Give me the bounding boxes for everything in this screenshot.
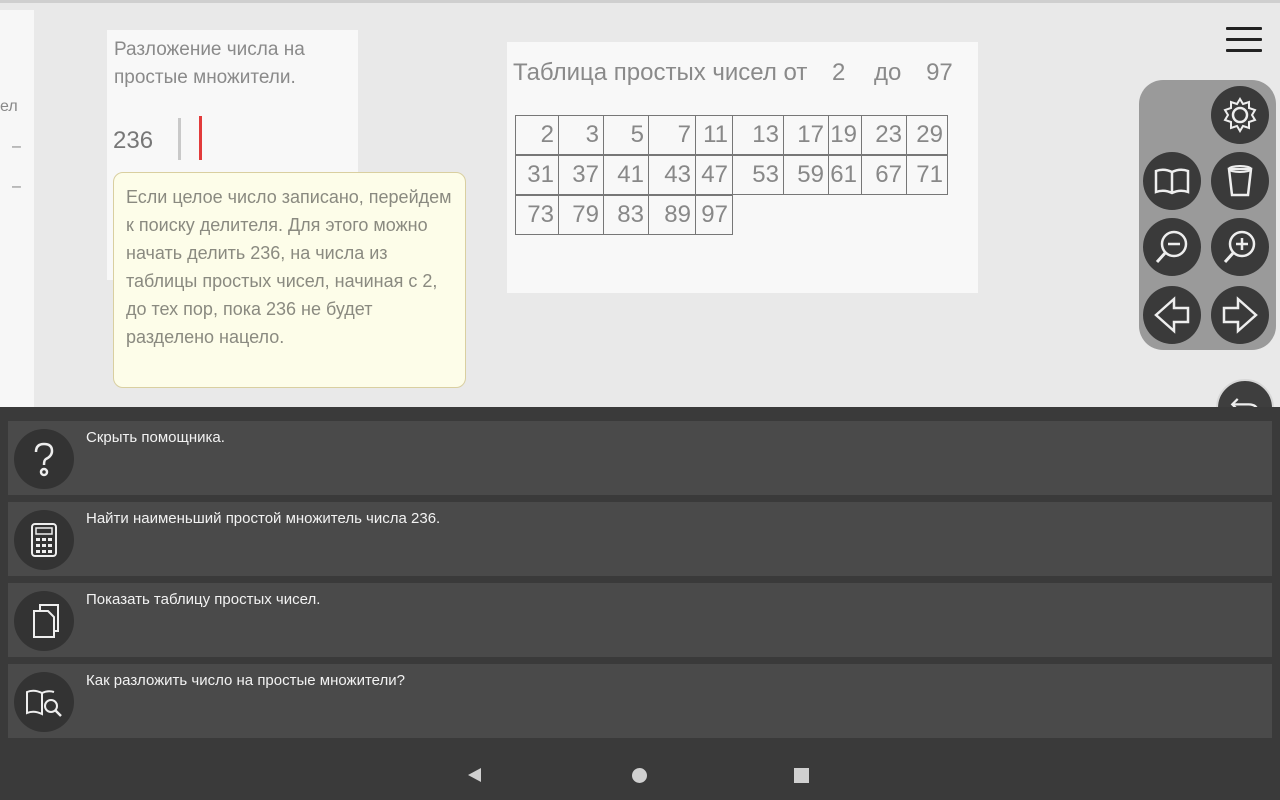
factorization-number[interactable]: 236 xyxy=(113,127,153,155)
nav-recent-icon[interactable] xyxy=(794,768,809,783)
prime-cell: 47 xyxy=(695,155,733,195)
prime-cell: 41 xyxy=(603,155,649,195)
assistant-item-find-factor[interactable]: Найти наименьший простой множитель числа… xyxy=(8,502,1272,576)
prime-cell: 43 xyxy=(648,155,696,195)
gear-icon xyxy=(1223,97,1257,133)
primes-range-to: 97 xyxy=(926,59,953,86)
prime-cell: 5 xyxy=(603,115,649,155)
assistant-item-label: Найти наименьший простой множитель числа… xyxy=(86,510,441,527)
menu-icon[interactable] xyxy=(1226,27,1262,55)
question-icon xyxy=(34,442,54,477)
prime-cell: 17 xyxy=(783,115,829,155)
primes-range-to-word: до xyxy=(874,59,902,86)
assistant-icon-wrap xyxy=(14,672,74,732)
next-button[interactable] xyxy=(1211,286,1269,344)
document-icon xyxy=(33,604,59,638)
prime-cell: 61 xyxy=(828,155,862,195)
assistant-item-label: Скрыть помощника. xyxy=(86,429,225,446)
left-panel-fragment: – xyxy=(12,138,21,155)
prime-cell: 67 xyxy=(861,155,907,195)
prime-cell: 19 xyxy=(828,115,862,155)
zoom-in-button[interactable] xyxy=(1211,218,1269,276)
book-icon xyxy=(1154,168,1190,195)
prime-cell: 7 xyxy=(648,115,696,155)
assistant-icon-wrap xyxy=(14,510,74,570)
assistant-item-hide[interactable]: Скрыть помощника. xyxy=(8,421,1272,495)
prime-cell: 3 xyxy=(558,115,604,155)
prime-cell: 13 xyxy=(732,115,784,155)
top-divider xyxy=(0,0,1280,3)
clear-button[interactable] xyxy=(1211,152,1269,210)
primes-row: 31 37 41 43 47 53 59 61 67 71 xyxy=(515,155,948,196)
prime-cell: 31 xyxy=(515,155,559,195)
book-search-icon xyxy=(26,689,62,717)
book-button[interactable] xyxy=(1143,152,1201,210)
primes-row: 2 3 5 7 11 13 17 19 23 29 xyxy=(515,115,948,156)
calculator-icon xyxy=(31,523,57,557)
prime-cell: 2 xyxy=(515,115,559,155)
assistant-item-how-to[interactable]: Как разложить число на простые множители… xyxy=(8,664,1272,738)
input-cursor[interactable] xyxy=(199,116,202,160)
left-panel-fragment: ел xyxy=(0,98,18,115)
primes-title-prefix: Таблица простых чисел от xyxy=(513,59,808,86)
zoom-out-icon xyxy=(1155,230,1188,264)
primes-table-card: Таблица простых чисел от 2 до 97 2 3 5 7 11 1… xyxy=(507,42,978,293)
left-side-panel: ел – – xyxy=(0,10,34,408)
prime-cell: 59 xyxy=(783,155,829,195)
primes-grid: 2 3 5 7 11 13 17 19 23 29 31 37 41 43 47 53 59 61 67 71 73 79… xyxy=(515,115,948,236)
prime-cell: 73 xyxy=(515,195,559,235)
prime-cell: 11 xyxy=(695,115,733,155)
settings-button[interactable] xyxy=(1211,86,1269,144)
arrow-right-icon xyxy=(1222,296,1258,334)
primes-table-title: Таблица простых чисел от 2 до 97 xyxy=(513,59,953,87)
prime-cell: 23 xyxy=(861,115,907,155)
assistant-item-label: Показать таблицу простых чисел. xyxy=(86,591,321,608)
prime-cell: 53 xyxy=(732,155,784,195)
prime-cell: 89 xyxy=(648,195,696,235)
assistant-icon-wrap xyxy=(14,429,74,489)
system-nav-bar xyxy=(0,748,1280,800)
zoom-out-button[interactable] xyxy=(1143,218,1201,276)
assistant-item-label: Как разложить число на простые множители… xyxy=(86,672,405,689)
prime-cell: 83 xyxy=(603,195,649,235)
nav-home-icon[interactable] xyxy=(632,768,647,783)
left-panel-fragment: – xyxy=(12,178,21,195)
tool-panel xyxy=(1139,80,1276,350)
hint-tooltip: Если целое число записано, перейдем к по… xyxy=(113,172,466,388)
prime-cell: 97 xyxy=(695,195,733,235)
prime-cell: 37 xyxy=(558,155,604,195)
assistant-icon-wrap xyxy=(14,591,74,651)
prime-cell: 79 xyxy=(558,195,604,235)
primes-range-from: 2 xyxy=(832,59,846,86)
primes-row: 73 79 83 89 97 xyxy=(515,195,948,236)
arrow-left-icon xyxy=(1154,296,1190,334)
hint-text: Если целое число записано, перейдем к по… xyxy=(126,187,452,347)
factor-separator xyxy=(178,118,181,160)
factorization-title: Разложение числа на простые множители. xyxy=(114,39,305,88)
nav-back-icon[interactable] xyxy=(468,768,481,782)
assistant-panel: Скрыть помощника. Найти наименьший прост… xyxy=(0,407,1280,800)
previous-button[interactable] xyxy=(1143,286,1201,344)
prime-cell: 71 xyxy=(906,155,948,195)
prime-cell: 29 xyxy=(906,115,948,155)
zoom-in-icon xyxy=(1223,230,1256,264)
assistant-item-show-table[interactable]: Показать таблицу простых чисел. xyxy=(8,583,1272,657)
trash-icon xyxy=(1227,165,1253,197)
